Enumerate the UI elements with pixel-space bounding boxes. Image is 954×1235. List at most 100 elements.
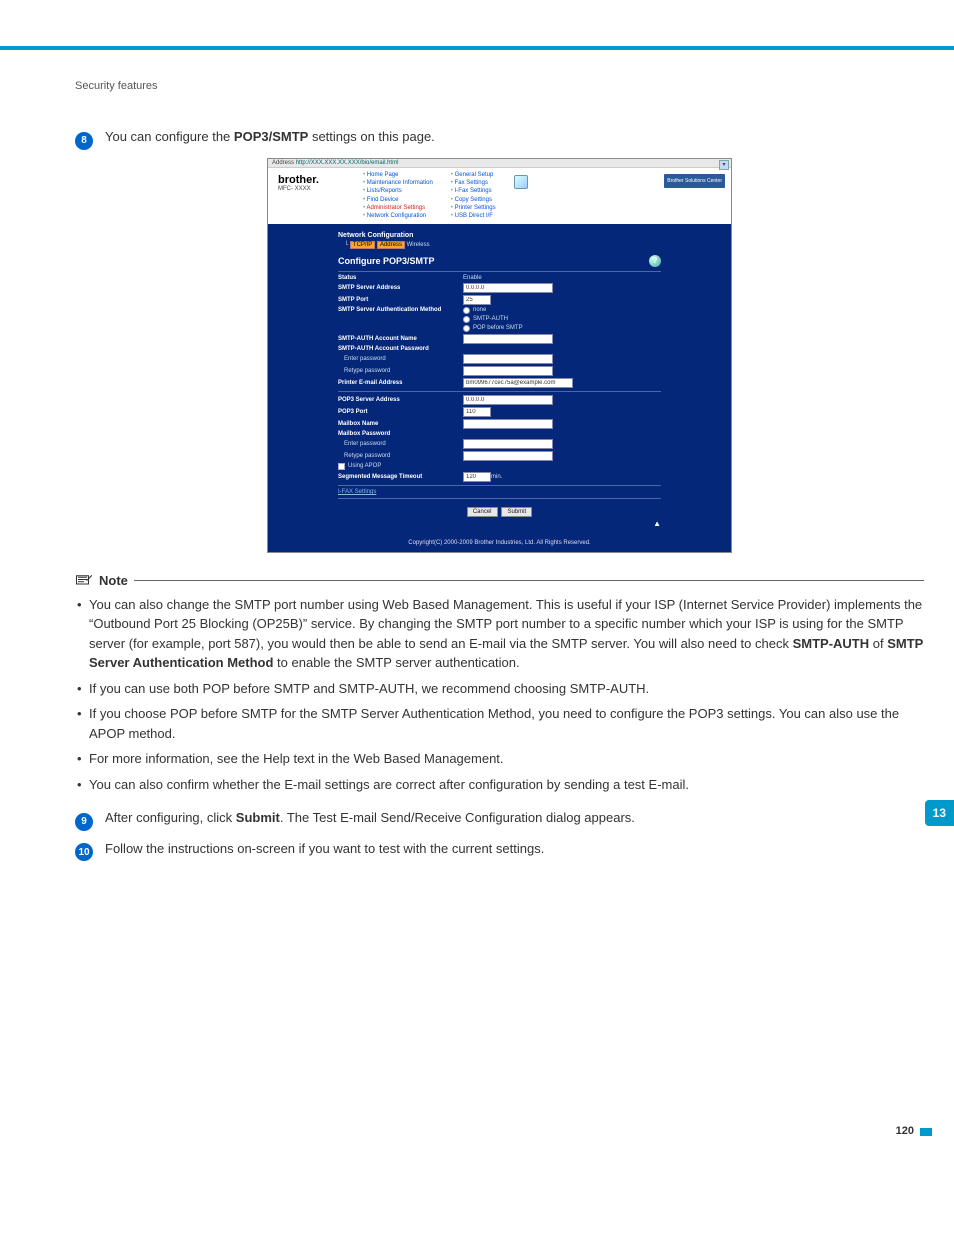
acct-name-input[interactable]	[463, 334, 553, 344]
text: You can configure the	[105, 129, 234, 144]
step-number-8: 8	[75, 132, 93, 150]
tree-wireless[interactable]: Wireless	[407, 242, 430, 248]
tree-address[interactable]: Address	[377, 241, 405, 249]
timeout-input[interactable]	[463, 472, 491, 482]
dropdown-icon[interactable]: ▾	[719, 160, 729, 170]
mbox-enter-pass-input[interactable]	[463, 439, 553, 449]
wbm-copyright: Copyright(C) 2000-2009 Brother Industrie…	[268, 536, 731, 552]
wbm-header: brother. MFC- XXXX Home Page Maintenance…	[268, 168, 731, 224]
link-find[interactable]: Find Device	[363, 196, 433, 204]
text-bold: SMTP-AUTH	[793, 636, 870, 651]
mbox-retype-pass-label: Retype password	[338, 453, 463, 459]
pop-addr-label: POP3 Server Address	[338, 397, 463, 403]
text: to enable the SMTP server authentication…	[273, 655, 519, 670]
link-maint[interactable]: Maintenance Information	[363, 179, 433, 187]
link-usb[interactable]: USB Direct I/F	[451, 212, 496, 220]
address-url: http://XXX.XXX.XX.XXX/bio/email.html	[296, 160, 399, 166]
step-10: 10 Follow the instructions on-screen if …	[75, 839, 924, 860]
link-general[interactable]: General Setup	[451, 171, 496, 179]
note-item-2: If you can use both POP before SMTP and …	[75, 679, 924, 699]
note-icon	[75, 573, 93, 589]
radio-none[interactable]	[463, 307, 470, 314]
step-8: 8 You can configure the POP3/SMTP settin…	[75, 127, 924, 148]
apop-label: Using APOP	[348, 463, 381, 469]
mbox-enter-pass-label: Enter password	[338, 441, 463, 447]
link-netconf[interactable]: Network Configuration	[363, 212, 433, 220]
timeout-label: Segmented Message Timeout	[338, 474, 463, 480]
panel-title: Configure POP3/SMTP	[338, 256, 435, 266]
text-bold: Submit	[236, 810, 280, 825]
text: of	[869, 636, 887, 651]
mbox-name-input[interactable]	[463, 419, 553, 429]
smtp-addr-label: SMTP Server Address	[338, 285, 463, 291]
text: settings on this page.	[308, 129, 434, 144]
link-printer[interactable]: Printer Settings	[451, 204, 496, 212]
text: After configuring, click	[105, 810, 236, 825]
ifax-settings-link[interactable]: I-FAX Settings	[338, 489, 376, 495]
note-item-1: You can also change the SMTP port number…	[75, 595, 924, 673]
printer-email-label: Printer E-mail Address	[338, 380, 463, 386]
apop-checkbox[interactable]	[338, 463, 345, 470]
smtp-addr-input[interactable]	[463, 283, 553, 293]
link-copy[interactable]: Copy Settings	[451, 196, 496, 204]
smtp-port-input[interactable]	[463, 295, 491, 305]
tree-tcpip[interactable]: TCP/IP	[350, 241, 375, 249]
link-admin[interactable]: Administrator Settings	[363, 204, 433, 212]
timeout-unit: min.	[491, 474, 502, 480]
wbm-screenshot: Address http://XXX.XXX.XX.XXX/bio/email.…	[267, 158, 732, 553]
nav-links: Home Page Maintenance Information Lists/…	[363, 168, 664, 224]
wbm-body: Network Configuration └ TCP/IP Address W…	[268, 224, 731, 536]
solutions-center-button[interactable]: Brother Solutions Center	[664, 174, 725, 188]
pop-port-input[interactable]	[463, 407, 491, 417]
note-heading: Note	[75, 573, 924, 589]
nav-col-2: General Setup Fax Settings I-Fax Setting…	[451, 171, 496, 221]
link-home[interactable]: Home Page	[363, 171, 433, 179]
printer-email-input[interactable]	[463, 378, 573, 388]
link-lists[interactable]: Lists/Reports	[363, 187, 433, 195]
note-rule	[134, 580, 924, 581]
retype-pass-label: Retype password	[338, 368, 463, 374]
cancel-button[interactable]: Cancel	[467, 507, 498, 517]
smtp-port-label: SMTP Port	[338, 297, 463, 303]
auth-smtp: SMTP-AUTH	[473, 316, 508, 322]
radio-smtp-auth[interactable]	[463, 316, 470, 323]
mbox-retype-pass-input[interactable]	[463, 451, 553, 461]
acct-name-label: SMTP-AUTH Account Name	[338, 336, 463, 342]
enter-pass-label: Enter password	[338, 356, 463, 362]
enter-pass-input[interactable]	[463, 354, 553, 364]
network-config-title: Network Configuration	[338, 232, 661, 239]
page-number: 120	[896, 1125, 914, 1137]
note-item-3: If you choose POP before SMTP for the SM…	[75, 704, 924, 743]
step-10-text: Follow the instructions on-screen if you…	[105, 839, 924, 859]
note-list: You can also change the SMTP port number…	[75, 595, 924, 795]
step-9-text: After configuring, click Submit. The Tes…	[105, 808, 924, 828]
link-fax[interactable]: Fax Settings	[451, 179, 496, 187]
retype-pass-input[interactable]	[463, 366, 553, 376]
auth-none: none	[473, 307, 486, 313]
config-tree: └ TCP/IP Address Wireless	[344, 241, 661, 249]
note-item-4: For more information, see the Help text …	[75, 749, 924, 769]
link-ifax[interactable]: I-Fax Settings	[451, 187, 496, 195]
radio-pop-before[interactable]	[463, 325, 470, 332]
step-8-text: You can configure the POP3/SMTP settings…	[105, 127, 924, 147]
pop-addr-input[interactable]	[463, 395, 553, 405]
note-label: Note	[99, 573, 128, 588]
submit-button[interactable]: Submit	[501, 507, 532, 517]
acct-pass-label: SMTP-AUTH Account Password	[338, 346, 463, 352]
auth-method-label: SMTP Server Authentication Method	[338, 307, 463, 313]
model-name: MFC- XXXX	[278, 186, 359, 192]
text-bold: POP3/SMTP	[234, 129, 308, 144]
step-9: 9 After configuring, click Submit. The T…	[75, 808, 924, 829]
address-label: Address	[272, 160, 294, 166]
section-header: Security features	[75, 80, 924, 92]
brother-logo: brother.	[278, 174, 359, 186]
scroll-top-icon[interactable]: ▲	[338, 519, 661, 528]
chapter-tab: 13	[925, 800, 954, 826]
status-value: Enable	[463, 275, 482, 281]
text: . The Test E-mail Send/Receive Configura…	[280, 810, 635, 825]
pop-port-label: POP3 Port	[338, 409, 463, 415]
help-icon[interactable]: ?	[649, 255, 661, 267]
mbox-pass-label: Mailbox Password	[338, 431, 463, 437]
step-number-9: 9	[75, 813, 93, 831]
device-icon	[514, 175, 528, 189]
